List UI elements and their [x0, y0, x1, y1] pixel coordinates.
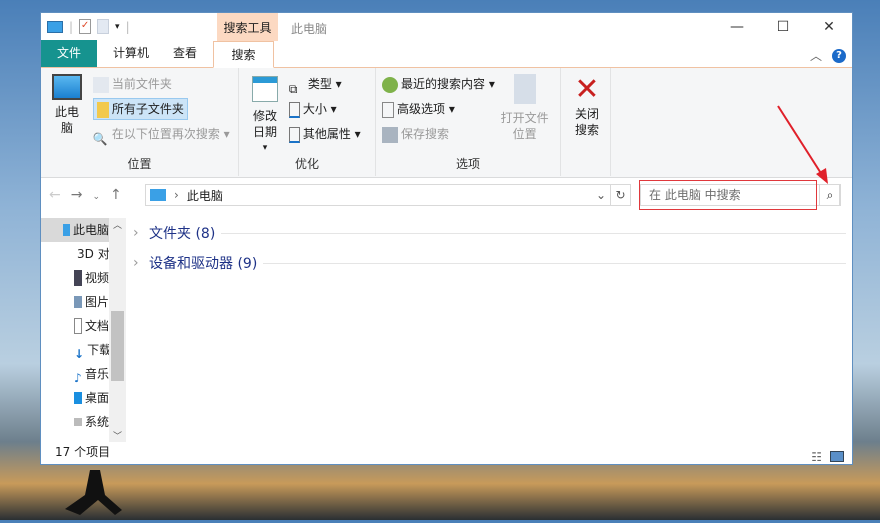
nav-item-downloads[interactable]: ↓ 下载	[41, 338, 109, 362]
this-pc-button[interactable]: 此电脑	[47, 74, 87, 136]
nav-item-pictures[interactable]: 图片	[41, 290, 109, 314]
collapse-ribbon-icon[interactable]: ︿	[810, 47, 822, 64]
properties-icon[interactable]: ✓	[79, 19, 92, 34]
tab-computer[interactable]: 计算机	[97, 40, 165, 67]
picture-icon	[74, 296, 82, 308]
kind-button[interactable]: ⧉ 类型 ▾	[289, 72, 361, 97]
group-header-folders[interactable]: › 文件夹 (8)	[133, 218, 846, 248]
address-dropdown-icon[interactable]: ⌄	[596, 188, 606, 202]
search-tools-context-label: 搜索工具	[217, 13, 278, 41]
date-modified-button[interactable]: 修改日期 ▾	[245, 76, 285, 156]
recent-locations-dropdown[interactable]: ⌄	[92, 187, 100, 207]
folder-icon	[92, 76, 109, 93]
chevron-right-icon: ›	[133, 255, 139, 271]
nav-item-desktop[interactable]: 桌面	[41, 386, 109, 410]
customize-dropdown-icon[interactable]: ▾	[115, 22, 120, 32]
address-input[interactable]: › 此电脑 ⌄	[145, 184, 611, 206]
all-subfolders-button[interactable]: 所有子文件夹	[92, 98, 188, 120]
search-location-icon: 🔍	[92, 131, 108, 146]
recent-searches-icon	[382, 76, 398, 93]
group-label: 选项	[455, 157, 480, 171]
group-label: 优化	[294, 157, 319, 171]
close-search-button[interactable]: ✕ 关闭搜索	[567, 74, 607, 138]
music-icon: ♪	[74, 371, 82, 385]
ribbon-tabs: 文件 计算机 查看 搜索 ︿?	[41, 40, 852, 68]
content-pane: › 文件夹 (8) › 设备和驱动器 (9)	[133, 218, 846, 278]
status-bar: 17 个项目 ☷	[41, 440, 852, 464]
search-again-button[interactable]: 🔍 在以下位置再次搜索 ▾	[93, 122, 230, 147]
group-header-devices[interactable]: › 设备和驱动器 (9)	[133, 248, 846, 278]
back-button[interactable]: ←	[49, 187, 61, 207]
wallpaper-runner	[60, 465, 130, 520]
computer-icon[interactable]	[47, 20, 63, 33]
close-search-icon: ✕	[574, 72, 600, 107]
properties-doc-icon	[288, 126, 300, 143]
minimize-button[interactable]: —	[714, 13, 760, 41]
document-icon	[74, 318, 82, 334]
refresh-button[interactable]: ↻	[611, 184, 631, 206]
search-icon[interactable]: ⌕	[819, 184, 841, 206]
scroll-thumb[interactable]	[111, 311, 124, 381]
save-search-button[interactable]: 保存搜索	[382, 122, 495, 147]
group-options: 最近的搜索内容 ▾ 高级选项 ▾ 保存搜索 打开文件位置 选项	[376, 68, 561, 176]
other-properties-button[interactable]: 其他属性 ▾	[288, 122, 361, 147]
details-view-icon[interactable]: ☷	[811, 445, 822, 469]
chevron-right-icon: ›	[133, 225, 139, 241]
open-location-icon	[513, 74, 536, 104]
nav-item-documents[interactable]: 文档	[41, 314, 109, 338]
advanced-options-icon	[382, 101, 394, 118]
current-folder-button[interactable]: 当前文件夹	[92, 72, 230, 97]
title-bar: | ✓ ▾ | 搜索工具 此电脑 — ☐ ✕	[41, 13, 852, 41]
tab-search[interactable]: 搜索	[213, 41, 275, 68]
close-button[interactable]: ✕	[806, 13, 852, 41]
size-icon	[288, 101, 300, 118]
tab-view[interactable]: 查看	[165, 40, 213, 67]
film-icon	[74, 270, 82, 286]
size-button[interactable]: 大小 ▾	[288, 97, 361, 122]
address-bar-row: ← → ⌄ ↑ › 此电脑 ⌄ ↻ 在 此电脑 中搜索 ⌕	[41, 178, 852, 214]
nav-scrollbar[interactable]: ︿ ﹀	[109, 218, 126, 442]
recent-searches-button[interactable]: 最近的搜索内容 ▾	[382, 72, 495, 97]
quick-access-toolbar: | ✓ ▾ |	[47, 19, 130, 34]
ribbon: 此电脑 当前文件夹 所有子文件夹 🔍 在以下位置再次搜索 ▾ 位置 修改日期 ▾ ⧉…	[41, 68, 852, 178]
group-location: 此电脑 当前文件夹 所有子文件夹 🔍 在以下位置再次搜索 ▾ 位置	[41, 68, 239, 176]
item-count: 17 个项目	[55, 445, 111, 459]
new-folder-icon[interactable]	[97, 19, 110, 34]
advanced-options-button[interactable]: 高级选项 ▾	[382, 97, 495, 122]
forward-button[interactable]: →	[71, 187, 83, 207]
drive-icon	[74, 418, 82, 426]
save-icon	[382, 126, 398, 143]
computer-icon	[63, 224, 70, 236]
scroll-up-icon[interactable]: ︿	[109, 218, 126, 231]
tab-file[interactable]: 文件	[41, 40, 97, 67]
desktop-icon	[74, 392, 82, 404]
nav-item-this-pc[interactable]: 此电脑	[41, 218, 109, 242]
nav-item-music[interactable]: ♪ 音乐	[41, 362, 109, 386]
large-icons-view-icon[interactable]	[830, 451, 844, 462]
download-icon: ↓	[74, 347, 85, 361]
calendar-icon	[252, 76, 278, 102]
window-title: 此电脑	[291, 22, 328, 36]
group-label: 位置	[127, 157, 152, 171]
maximize-button[interactable]: ☐	[760, 13, 806, 41]
file-explorer-window: | ✓ ▾ | 搜索工具 此电脑 — ☐ ✕ 文件 计算机 查看 搜索 ︿? 此…	[40, 12, 853, 465]
up-button[interactable]: ↑	[110, 187, 122, 207]
group-refine: 修改日期 ▾ ⧉ 类型 ▾ 大小 ▾ 其他属性 ▾ 优化	[239, 68, 376, 176]
nav-item-3d-objects[interactable]: 3D 对象	[41, 242, 109, 266]
subfolders-icon	[96, 101, 109, 118]
search-highlight-box	[639, 180, 817, 210]
help-icon[interactable]: ?	[832, 48, 846, 63]
nav-item-videos[interactable]: 视频	[41, 266, 109, 290]
computer-icon	[52, 74, 82, 100]
group-close: ✕ 关闭搜索	[561, 68, 611, 176]
kind-icon: ⧉	[288, 81, 298, 96]
open-file-location-button[interactable]: 打开文件位置	[499, 74, 551, 142]
nav-item-system-drive[interactable]: 系统	[41, 410, 109, 434]
computer-icon	[150, 189, 166, 201]
